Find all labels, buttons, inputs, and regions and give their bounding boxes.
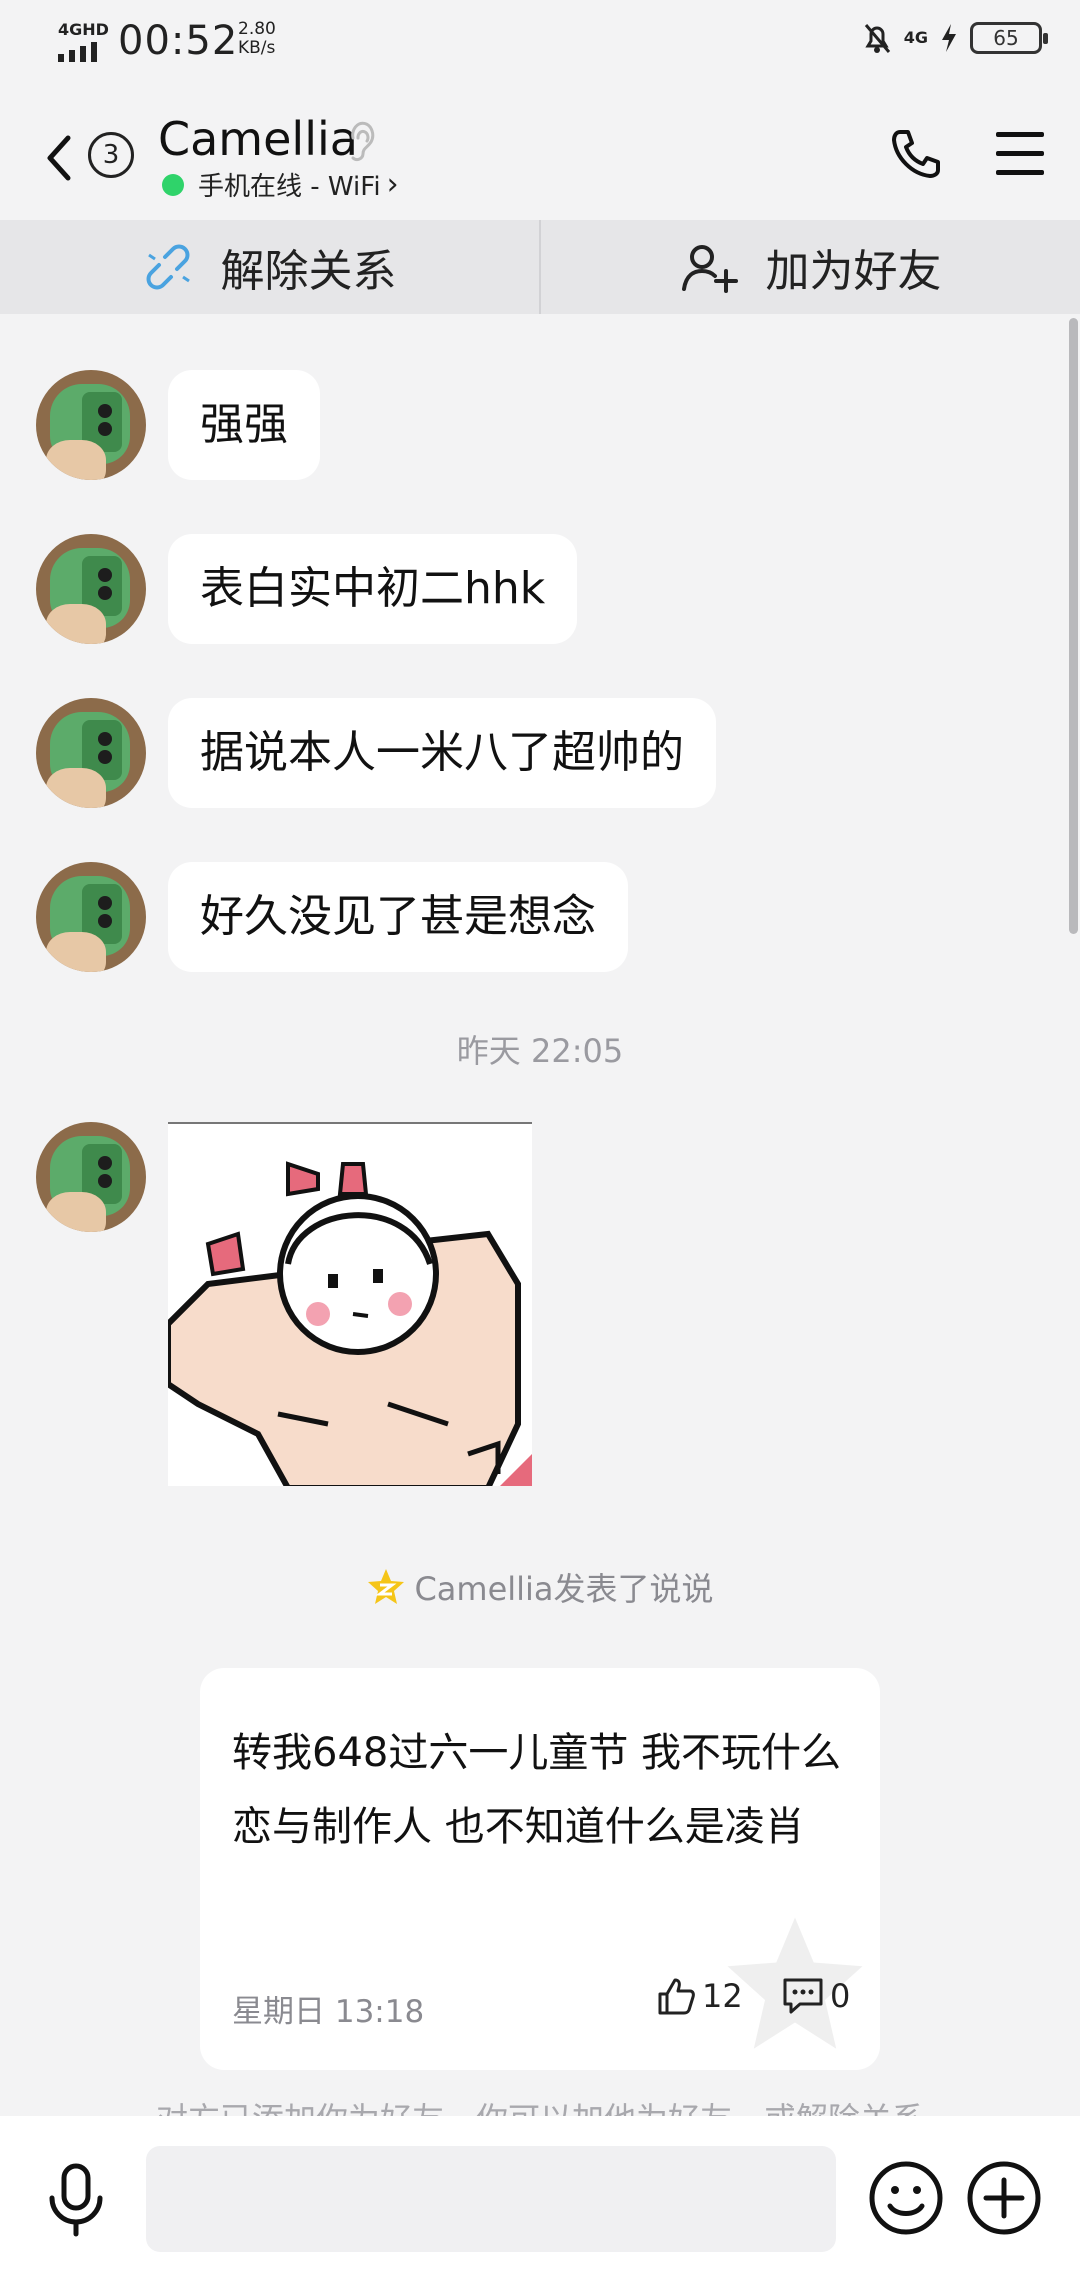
contact-name[interactable]: Camellia: [158, 112, 358, 166]
message-bubble[interactable]: 据说本人一米八了超帅的: [168, 698, 716, 808]
message-timestamp: 昨天 22:05: [456, 1032, 624, 1070]
message-bubble[interactable]: 强强: [168, 370, 320, 480]
chevron-right-icon: ›: [386, 167, 399, 202]
comment-count: 0: [830, 1977, 851, 2015]
online-status-text: 手机在线 - WiFi: [198, 172, 381, 202]
unlink-icon: [146, 244, 190, 290]
like-button[interactable]: 12: [656, 1976, 743, 2016]
input-bar: [0, 2116, 1080, 2280]
qzone-post-notice[interactable]: Camellia发表了说说: [0, 1564, 1080, 1610]
chat-scrollbar[interactable]: [1069, 318, 1078, 934]
menu-icon[interactable]: [996, 132, 1044, 176]
chat-header: 3 Camellia 手机在线 - WiFi ›: [0, 90, 1080, 220]
network-speed-unit: KB/s: [238, 38, 276, 58]
qzone-star-icon: [368, 1569, 405, 1604]
status-time: 00:52: [118, 18, 239, 64]
phone-icon[interactable]: [888, 126, 944, 182]
remove-relation-button[interactable]: 解除关系: [0, 220, 539, 314]
add-user-icon: [681, 245, 738, 293]
chevron-left-icon[interactable]: [38, 128, 78, 188]
signal-icon: [58, 42, 97, 62]
feed-text: 转我648过六一儿童节 我不玩什么恋与制作人 也不知道什么是凌肖: [232, 1730, 842, 1850]
avatar[interactable]: [36, 534, 146, 644]
add-friend-button[interactable]: 加为好友: [539, 220, 1080, 314]
relationship-action-bar: 解除关系 加为好友: [0, 220, 1080, 314]
unread-count-badge[interactable]: 3: [88, 132, 134, 178]
online-dot: [162, 173, 184, 196]
status-bar: 4GHD 00:52 2.80 KB/s 4G 65: [0, 0, 1080, 90]
network-speed-value: 2.80: [238, 19, 276, 39]
message-bubble[interactable]: 好久没见了甚是想念: [168, 862, 628, 972]
feed-card[interactable]: 转我648过六一儿童节 我不玩什么恋与制作人 也不知道什么是凌肖 星期日 13:…: [200, 1668, 880, 2070]
thumbs-up-icon: [658, 1978, 695, 2015]
charging-icon: [942, 24, 956, 52]
sticker-image[interactable]: [168, 1122, 532, 1486]
avatar[interactable]: [36, 698, 146, 808]
comment-button[interactable]: 0: [782, 1976, 850, 2016]
network-type-right: 4G: [903, 28, 928, 47]
like-count: 12: [702, 1977, 743, 2015]
ear-icon: [351, 121, 375, 162]
mute-bell-icon: [864, 24, 890, 53]
emoji-icon[interactable]: [868, 2160, 944, 2236]
network-type: 4GHD: [58, 20, 109, 39]
message-bubble[interactable]: 表白实中初二hhk: [168, 534, 578, 644]
online-status[interactable]: 手机在线 - WiFi ›: [162, 166, 399, 203]
message-input[interactable]: [146, 2146, 836, 2252]
avatar[interactable]: [36, 862, 146, 972]
remove-relation-label: 解除关系: [220, 246, 397, 297]
network-speed: 2.80 KB/s: [238, 20, 276, 58]
feed-time: 星期日 13:18: [232, 1994, 425, 2030]
add-friend-label: 加为好友: [765, 246, 942, 297]
avatar[interactable]: [36, 370, 146, 480]
plus-icon[interactable]: [966, 2160, 1042, 2236]
chat-area[interactable]: 强强 表白实中初二hhk 据说本人一米八了超帅的 好久没见了甚是想念 昨天 22…: [0, 314, 1080, 2138]
sticker-illustration: [168, 1161, 532, 1486]
avatar[interactable]: [36, 1122, 146, 1232]
microphone-icon[interactable]: [44, 2162, 108, 2238]
status-right: 4G 65: [862, 22, 1048, 54]
battery-indicator: 65: [970, 22, 1048, 54]
qzone-post-text: Camellia发表了说说: [414, 1570, 714, 1608]
comment-icon: [783, 1978, 823, 2014]
signal-indicator: 4GHD: [58, 20, 109, 62]
